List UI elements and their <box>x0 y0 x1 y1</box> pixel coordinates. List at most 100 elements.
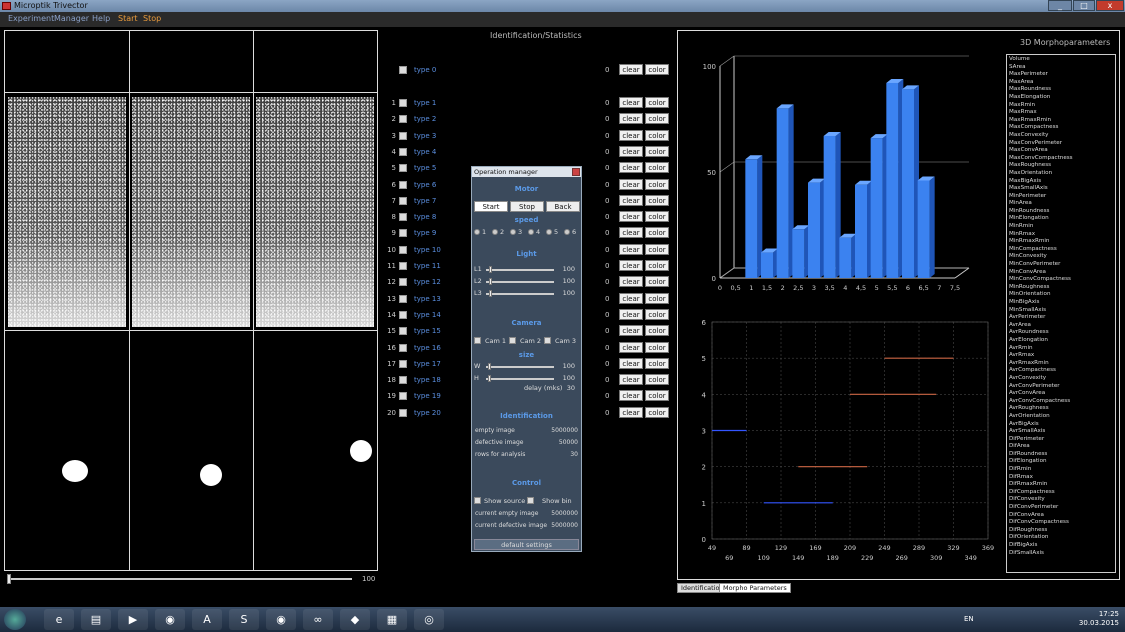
type-color-button[interactable]: color <box>645 178 669 190</box>
type-color-button[interactable]: color <box>645 162 669 174</box>
camera-checkbox[interactable] <box>544 337 551 344</box>
type-clear-button[interactable]: clear <box>619 211 643 223</box>
type-checkbox[interactable] <box>399 294 407 303</box>
morpho-param-item[interactable]: AvrRmax <box>1009 352 1113 360</box>
morpho-param-item[interactable]: MaxBigAxis <box>1009 178 1113 186</box>
morpho-param-item[interactable]: AvrBigAxis <box>1009 421 1113 429</box>
clock[interactable]: 17:25 30.03.2015 <box>1079 610 1119 628</box>
morpho-param-item[interactable]: DifConvArea <box>1009 512 1113 520</box>
morpho-param-item[interactable]: MinRoundness <box>1009 208 1113 216</box>
start-orb-icon[interactable] <box>4 609 26 630</box>
morpho-param-item[interactable]: MaxConvexity <box>1009 132 1113 140</box>
morpho-param-item[interactable]: DifCompactness <box>1009 489 1113 497</box>
type-clear-button[interactable]: clear <box>619 325 643 337</box>
type-checkbox[interactable] <box>399 131 407 140</box>
morpho-param-item[interactable]: MinElongation <box>1009 215 1113 223</box>
morpho-param-item[interactable]: DifRoughness <box>1009 527 1113 535</box>
media-icon[interactable]: ▶ <box>118 609 148 630</box>
maximize-button[interactable]: □ <box>1073 0 1095 11</box>
type-checkbox[interactable] <box>399 262 407 270</box>
type-clear-button[interactable]: clear <box>619 227 643 239</box>
minimize-button[interactable]: _ <box>1048 0 1072 11</box>
morpho-param-item[interactable]: MinConvexity <box>1009 253 1113 261</box>
speed-radio[interactable] <box>546 229 552 235</box>
type-checkbox[interactable] <box>399 99 407 107</box>
type-color-button[interactable]: color <box>645 390 669 402</box>
app-a-icon[interactable]: A <box>192 609 222 630</box>
morpho-param-item[interactable]: AvrRmaxRmin <box>1009 360 1113 368</box>
type-clear-button[interactable]: clear <box>619 194 643 206</box>
light-slider-thumb[interactable] <box>489 278 492 285</box>
camera-checkbox[interactable] <box>509 337 516 344</box>
close-button[interactable]: x <box>1096 0 1124 11</box>
morpho-param-item[interactable]: AvrArea <box>1009 322 1113 330</box>
type-checkbox[interactable] <box>399 213 407 222</box>
morpho-param-item[interactable]: MinConvCompactness <box>1009 276 1113 284</box>
type-checkbox[interactable] <box>399 147 407 156</box>
morpho-param-item[interactable]: AvrElongation <box>1009 337 1113 345</box>
light-slider-thumb[interactable] <box>489 290 492 297</box>
frame-slider-track[interactable] <box>8 578 352 580</box>
light-slider-track[interactable] <box>486 269 554 271</box>
type-checkbox[interactable] <box>399 343 407 352</box>
chrome-icon[interactable]: ◉ <box>155 609 185 630</box>
camera-checkbox[interactable] <box>474 337 481 344</box>
morpho-param-item[interactable]: DifArea <box>1009 443 1113 451</box>
type-checkbox[interactable] <box>399 196 407 205</box>
trivector-icon[interactable]: ▦ <box>377 609 407 630</box>
morpho-param-item[interactable]: DifBigAxis <box>1009 542 1113 550</box>
menu-start[interactable]: Start <box>118 14 138 23</box>
type-checkbox[interactable] <box>399 115 407 124</box>
type-color-button[interactable]: color <box>645 406 669 418</box>
morpho-param-item[interactable]: MinSmallAxis <box>1009 307 1113 315</box>
type-checkbox[interactable] <box>399 327 407 336</box>
morpho-param-item[interactable]: AvrPerimeter <box>1009 314 1113 322</box>
morpho-param-item[interactable]: DifRoundness <box>1009 451 1113 459</box>
type-color-button[interactable]: color <box>645 243 669 255</box>
morpho-param-item[interactable]: MaxArea <box>1009 79 1113 87</box>
light-slider-track[interactable] <box>486 281 554 283</box>
morpho-param-item[interactable]: MinConvArea <box>1009 269 1113 277</box>
tab-morpho-parameters[interactable]: Morpho Parameters <box>719 583 791 593</box>
type-checkbox[interactable] <box>399 408 407 417</box>
chrome2-icon[interactable]: ◉ <box>266 609 296 630</box>
type-clear-button[interactable]: clear <box>619 178 643 190</box>
type-0-color-button[interactable]: color <box>645 64 669 75</box>
type-color-button[interactable]: color <box>645 374 669 386</box>
type-color-button[interactable]: color <box>645 260 669 271</box>
type-checkbox[interactable] <box>399 245 407 254</box>
morpho-param-item[interactable]: DifConvexity <box>1009 496 1113 504</box>
default-settings-button[interactable]: default settings <box>474 539 579 550</box>
motor-start-button[interactable]: Start <box>474 201 508 212</box>
link-icon[interactable]: ∞ <box>303 609 333 630</box>
light-slider-thumb[interactable] <box>489 266 492 273</box>
morpho-param-item[interactable]: AvrSmallAxis <box>1009 428 1113 436</box>
morpho-param-item[interactable]: MaxRoundness <box>1009 86 1113 94</box>
size-slider-thumb[interactable] <box>488 363 491 370</box>
type-color-button[interactable]: color <box>645 211 669 223</box>
ie-icon[interactable]: e <box>44 609 74 630</box>
morpho-param-item[interactable]: AvrConvPerimeter <box>1009 383 1113 391</box>
type-checkbox[interactable] <box>399 164 407 173</box>
morpho-param-item[interactable]: MinCompactness <box>1009 246 1113 254</box>
light-slider-track[interactable] <box>486 293 554 295</box>
morpho-param-item[interactable]: MinArea <box>1009 200 1113 208</box>
morpho-param-item[interactable]: MinConvPerimeter <box>1009 261 1113 269</box>
language-indicator[interactable]: EN <box>964 615 974 623</box>
type-color-button[interactable]: color <box>645 341 669 353</box>
speed-radio[interactable] <box>510 229 516 235</box>
type-clear-button[interactable]: clear <box>619 341 643 353</box>
morpho-param-item[interactable]: MaxRmaxRmin <box>1009 117 1113 125</box>
type-color-button[interactable]: color <box>645 129 669 141</box>
size-slider-thumb[interactable] <box>488 375 491 382</box>
morpho-param-item[interactable]: AvrConvArea <box>1009 390 1113 398</box>
close-icon[interactable] <box>572 168 580 176</box>
morpho-param-item[interactable]: MaxElongation <box>1009 94 1113 102</box>
motor-stop-button[interactable]: Stop <box>510 201 544 212</box>
delay-value[interactable]: 30 <box>567 384 575 392</box>
pdf-icon[interactable]: ◆ <box>340 609 370 630</box>
morpho-param-item[interactable]: MinOrientation <box>1009 291 1113 299</box>
type-checkbox[interactable] <box>399 180 407 189</box>
type-clear-button[interactable]: clear <box>619 260 643 271</box>
type-color-button[interactable]: color <box>645 292 669 304</box>
